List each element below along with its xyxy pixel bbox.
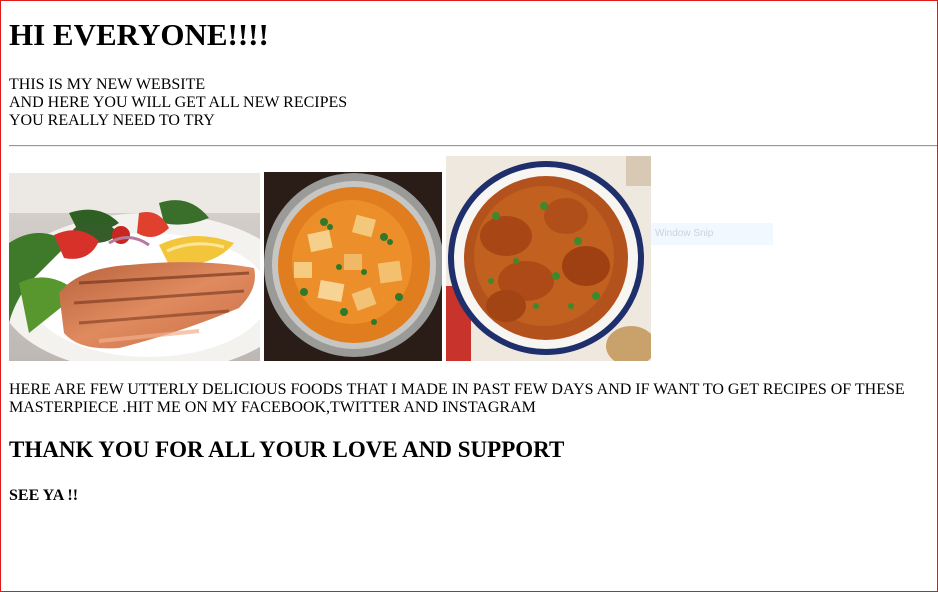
signoff-heading: SEE YA !! <box>9 487 79 504</box>
intro-line-2: AND HERE YOU WILL GET ALL NEW RECIPES <box>9 94 348 111</box>
intro-line-3: YOU REALLY NEED TO TRY <box>9 112 215 129</box>
salmon-dish-image <box>9 173 260 361</box>
description-text: HERE ARE FEW UTTERLY DELICIOUS FOODS THA… <box>9 381 905 416</box>
intro-text: THIS IS MY NEW WEBSITE AND HERE YOU WILL… <box>9 76 347 130</box>
intro-line-1: THIS IS MY NEW WEBSITE <box>9 76 206 93</box>
horizontal-rule <box>9 145 937 147</box>
page-heading: HI EVERYONE!!!! <box>9 17 269 52</box>
paneer-curry-image <box>264 172 442 361</box>
chicken-curry-image <box>446 156 651 361</box>
browser-page: HI EVERYONE!!!! THIS IS MY NEW WEBSITE A… <box>0 0 938 592</box>
window-snip-overlay: Window Snip <box>651 223 773 245</box>
thank-you-heading: THANK YOU FOR ALL YOUR LOVE AND SUPPORT <box>9 437 565 462</box>
